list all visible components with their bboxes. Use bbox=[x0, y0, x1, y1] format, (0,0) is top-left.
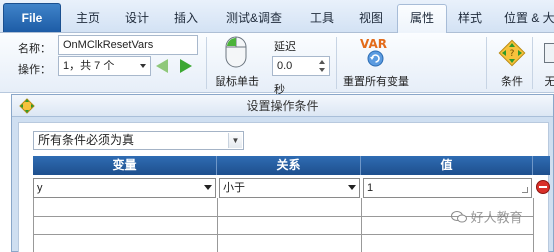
group-separator bbox=[336, 37, 337, 89]
condition-value: 1 bbox=[367, 182, 374, 194]
ribbon-panel: 名称： OnMClkResetVars 操作： 1，共 7 个 鼠标单击 延迟 … bbox=[0, 33, 554, 96]
column-header-relation[interactable]: 关系 bbox=[217, 156, 361, 175]
chevron-down-icon[interactable] bbox=[348, 185, 356, 190]
group-separator bbox=[532, 37, 533, 89]
variable-dropdown[interactable]: y bbox=[33, 178, 216, 198]
column-header-value[interactable]: 值 bbox=[361, 156, 533, 175]
tab-tools[interactable]: 工具 bbox=[304, 8, 340, 28]
tab-position-size[interactable]: 位置 & 大 bbox=[504, 8, 554, 28]
previous-action-icon[interactable] bbox=[156, 59, 168, 73]
tab-insert[interactable]: 插入 bbox=[168, 8, 204, 28]
ribbon-tab-bar: File 主页 设计 插入 测试&调查 工具 视图 属性 样式 位置 & 大 bbox=[0, 0, 554, 33]
condition-mode-value: 所有条件必须为真 bbox=[38, 133, 135, 147]
spinner-down-icon[interactable] bbox=[319, 68, 325, 72]
operation-value: 1，共 7 个 bbox=[63, 60, 115, 72]
group-separator bbox=[486, 37, 487, 89]
value-input[interactable]: 1 bbox=[363, 178, 532, 198]
mouse-click-label[interactable]: 鼠标单击 bbox=[214, 73, 260, 89]
partial-icon[interactable] bbox=[544, 43, 554, 63]
delay-label: 延迟 bbox=[274, 41, 296, 53]
tab-properties[interactable]: 属性 bbox=[397, 4, 447, 33]
reset-variables-label[interactable]: 重置所有变量 bbox=[340, 73, 412, 89]
condition-dialog: 设置操作条件 所有条件必须为真 ▼ 变量 关系 值 y 小于 1 好人教育 bbox=[11, 94, 554, 252]
tab-home[interactable]: 主页 bbox=[70, 8, 106, 28]
partial-label[interactable]: 无 bbox=[544, 73, 554, 89]
next-action-icon[interactable] bbox=[180, 59, 192, 73]
tab-view[interactable]: 视图 bbox=[353, 8, 389, 28]
grid-line bbox=[33, 234, 533, 235]
name-label: 名称： bbox=[18, 43, 51, 55]
delay-value: 0.0 bbox=[277, 60, 293, 72]
condition-mode-select[interactable]: 所有条件必须为真 ▼ bbox=[33, 131, 244, 150]
tab-file[interactable]: File bbox=[3, 3, 61, 32]
tab-design[interactable]: 设计 bbox=[119, 8, 155, 28]
watermark: 好人教育 bbox=[451, 207, 523, 226]
chevron-down-icon bbox=[140, 64, 146, 68]
delete-row-icon[interactable] bbox=[536, 180, 550, 194]
relation-dropdown[interactable]: 小于 bbox=[219, 178, 360, 198]
chevron-down-icon[interactable] bbox=[204, 185, 212, 190]
column-header-actions bbox=[533, 156, 550, 175]
var-icon-text: VAR bbox=[360, 37, 387, 51]
relation-value: 小于 bbox=[223, 182, 245, 194]
condition-icon[interactable]: ? bbox=[498, 39, 526, 67]
mouse-icon[interactable] bbox=[225, 36, 247, 68]
grid-line bbox=[533, 198, 534, 252]
chat-bubble-icon bbox=[451, 211, 467, 223]
dialog-body: 所有条件必须为真 ▼ 变量 关系 值 y 小于 1 好人教育 bbox=[18, 122, 550, 252]
grid-line bbox=[33, 198, 34, 252]
grid-line bbox=[217, 198, 218, 252]
chevron-down-icon[interactable]: ▼ bbox=[228, 133, 242, 148]
operation-label: 操作： bbox=[18, 64, 51, 76]
group-separator bbox=[206, 37, 207, 89]
dialog-titlebar[interactable]: 设置操作条件 bbox=[12, 95, 553, 117]
tab-style[interactable]: 样式 bbox=[452, 8, 488, 28]
spinner-up-icon[interactable] bbox=[319, 60, 325, 64]
watermark-text: 好人教育 bbox=[470, 210, 523, 225]
tab-test-survey[interactable]: 测试&调查 bbox=[222, 8, 286, 28]
variable-value: y bbox=[37, 182, 43, 194]
dialog-title: 设置操作条件 bbox=[246, 99, 319, 113]
action-name-field[interactable]: OnMClkResetVars bbox=[58, 35, 198, 55]
operation-selector[interactable]: 1，共 7 个 bbox=[58, 56, 151, 76]
condition-label[interactable]: 条件 bbox=[494, 73, 530, 89]
column-header-variable[interactable]: 变量 bbox=[33, 156, 217, 175]
svg-text:?: ? bbox=[510, 49, 515, 59]
reset-variables-icon[interactable]: VAR bbox=[359, 37, 391, 67]
resize-grip-icon bbox=[522, 187, 528, 193]
delay-input[interactable]: 0.0 bbox=[272, 56, 330, 76]
grid-line bbox=[361, 198, 362, 252]
